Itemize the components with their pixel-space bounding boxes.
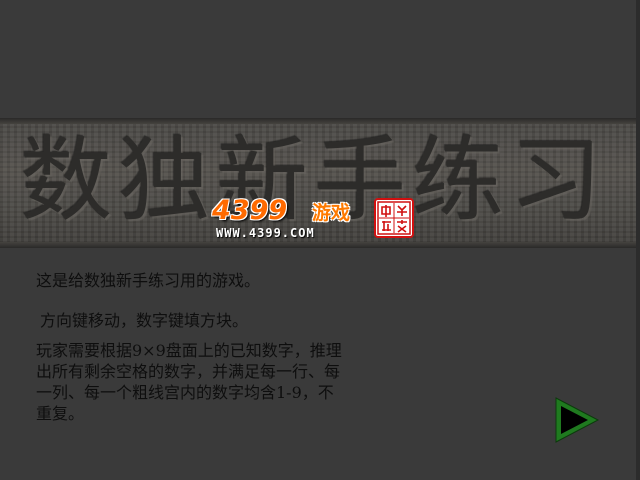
- next-button[interactable]: [552, 396, 602, 444]
- rules-line: 重复。: [36, 404, 85, 423]
- intro-text: 这是给数独新手练习用的游戏。: [36, 271, 261, 290]
- rules-line: 出所有剩余空格的数字，并满足每一行、每: [36, 362, 341, 381]
- logo-game-word: 游戏: [312, 202, 351, 224]
- controls-text: 方向键移动，数字键填方块。: [40, 311, 249, 330]
- logo-brand: 4399: [212, 195, 288, 226]
- sponsor-logo[interactable]: 4399 游戏 WWW.4399.COM: [212, 196, 418, 244]
- rules-text: 玩家需要根据9×9盘面上的已知数字，推理 出所有剩余空格的数字，并满足每一行、每…: [36, 340, 426, 424]
- seal-stamp-icon: [377, 201, 411, 235]
- play-triangle-icon: [555, 397, 600, 443]
- banner-top-edge: [0, 118, 636, 124]
- right-border: [636, 0, 640, 480]
- logo-seal: [374, 198, 414, 238]
- logo-url: WWW.4399.COM: [216, 226, 315, 240]
- rules-line: 玩家需要根据9×9盘面上的已知数字，推理: [36, 341, 342, 360]
- rules-line: 一列、每一个粗线宫内的数字均含1-9，不: [36, 383, 334, 402]
- game-intro-screen: 数独新手练习 4399 游戏 WWW.4399.COM 这是给数独新手练习用的游…: [0, 0, 640, 480]
